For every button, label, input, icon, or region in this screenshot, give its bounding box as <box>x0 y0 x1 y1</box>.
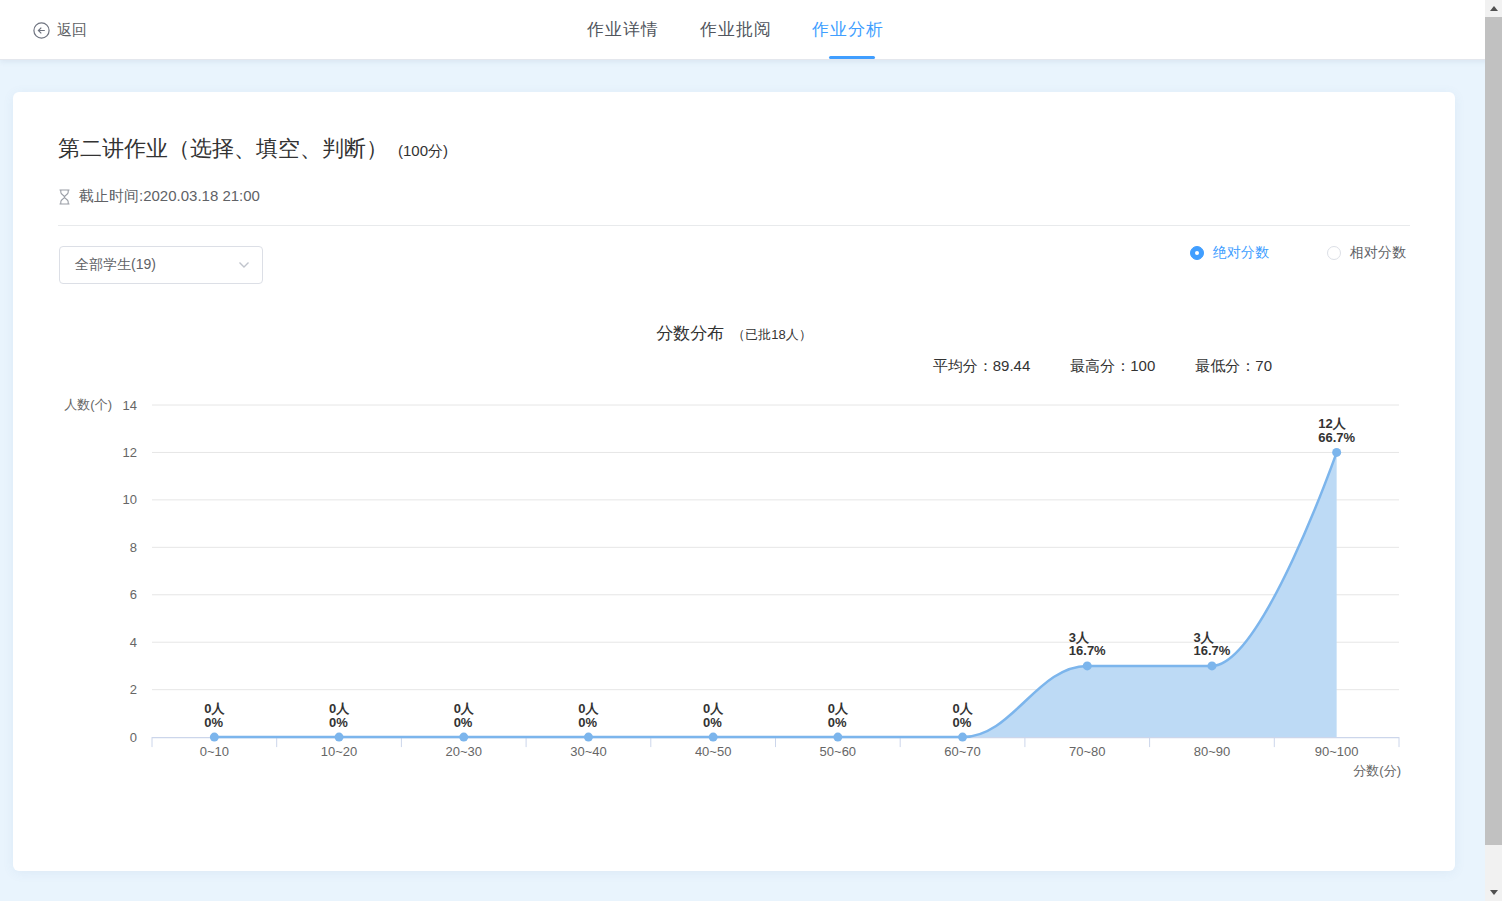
svg-text:20~30: 20~30 <box>445 744 482 759</box>
svg-text:0%: 0% <box>828 715 847 730</box>
radio-absolute-label: 绝对分数 <box>1213 244 1269 262</box>
back-arrow-icon <box>33 22 50 39</box>
radio-checked-icon <box>1190 246 1204 260</box>
student-filter-value: 全部学生(19) <box>75 256 238 274</box>
tab-homework-detail[interactable]: 作业详情 <box>585 0 661 60</box>
scrollbar-up-button[interactable] <box>1485 0 1502 17</box>
svg-text:16.7%: 16.7% <box>1194 643 1231 658</box>
svg-text:66.7%: 66.7% <box>1318 430 1355 445</box>
svg-text:0: 0 <box>130 730 137 745</box>
max-score: 最高分：100 <box>1070 357 1155 376</box>
scrollbar-down-button[interactable] <box>1485 884 1502 901</box>
graded-count: （已批18人） <box>732 327 811 342</box>
divider <box>58 225 1410 226</box>
average-score: 平均分：89.44 <box>933 357 1031 376</box>
deadline-row: 截止时间:2020.03.18 21:00 <box>58 187 260 206</box>
back-label: 返回 <box>57 21 87 40</box>
svg-text:12: 12 <box>123 445 137 460</box>
svg-text:10: 10 <box>123 492 137 507</box>
svg-text:0%: 0% <box>329 715 348 730</box>
svg-text:分数(分): 分数(分) <box>1353 763 1401 778</box>
scroll-down-icon <box>1490 890 1498 895</box>
radio-unchecked-icon <box>1327 246 1341 260</box>
radio-relative-score[interactable]: 相对分数 <box>1327 244 1406 262</box>
scrollbar[interactable] <box>1485 0 1502 901</box>
svg-text:16.7%: 16.7% <box>1069 643 1106 658</box>
svg-text:60~70: 60~70 <box>944 744 981 759</box>
svg-text:6: 6 <box>130 587 137 602</box>
radio-absolute-score[interactable]: 绝对分数 <box>1190 244 1269 262</box>
score-mode-radio-group: 绝对分数 相对分数 <box>1190 238 1406 268</box>
svg-text:人数(个): 人数(个) <box>64 397 112 412</box>
back-button[interactable]: 返回 <box>33 0 87 60</box>
active-tab-underline <box>829 56 875 59</box>
assignment-total-score: (100分) <box>398 142 448 161</box>
svg-text:80~90: 80~90 <box>1194 744 1231 759</box>
scrollbar-thumb[interactable] <box>1485 17 1502 845</box>
chevron-down-icon <box>238 261 250 269</box>
svg-text:0%: 0% <box>952 715 971 730</box>
assignment-title: 第二讲作业（选择、填空、判断） <box>58 134 388 164</box>
svg-text:0%: 0% <box>703 715 722 730</box>
analysis-card: 第二讲作业（选择、填空、判断） (100分) 截止时间:2020.03.18 2… <box>13 92 1455 871</box>
svg-text:2: 2 <box>130 682 137 697</box>
svg-text:30~40: 30~40 <box>570 744 607 759</box>
chart-header: 分数分布 （已批18人） <box>13 322 1455 345</box>
svg-text:50~60: 50~60 <box>820 744 857 759</box>
hourglass-icon <box>58 189 71 205</box>
min-score: 最低分：70 <box>1195 357 1272 376</box>
svg-text:8: 8 <box>130 540 137 555</box>
tab-homework-analysis[interactable]: 作业分析 <box>810 0 886 60</box>
svg-text:10~20: 10~20 <box>321 744 358 759</box>
tab-homework-review[interactable]: 作业批阅 <box>698 0 774 60</box>
svg-text:0%: 0% <box>578 715 597 730</box>
chart-title: 分数分布 <box>656 324 724 343</box>
top-nav: 返回 作业详情 作业批阅 作业分析 <box>0 0 1502 60</box>
svg-text:4: 4 <box>130 635 137 650</box>
score-distribution-chart[interactable]: 0 2 4 6 8 10 12 14 人数(个) 分数(分) 0~10 10~20 20~30 30~40… <box>13 390 1455 790</box>
score-stats: 平均分：89.44 最高分：100 最低分：70 <box>933 357 1272 376</box>
svg-text:0~10: 0~10 <box>200 744 229 759</box>
svg-text:0%: 0% <box>454 715 473 730</box>
student-filter-select[interactable]: 全部学生(19) <box>59 246 263 284</box>
svg-text:0%: 0% <box>204 715 223 730</box>
svg-text:40~50: 40~50 <box>695 744 732 759</box>
svg-text:70~80: 70~80 <box>1069 744 1106 759</box>
scroll-up-icon <box>1490 6 1498 11</box>
svg-text:90~100: 90~100 <box>1315 744 1359 759</box>
deadline-text: 截止时间:2020.03.18 21:00 <box>79 187 260 206</box>
radio-relative-label: 相对分数 <box>1350 244 1406 262</box>
svg-text:14: 14 <box>123 398 137 413</box>
page: 返回 作业详情 作业批阅 作业分析 第二讲作业（选择、填空、判断） (100分)… <box>0 0 1502 901</box>
